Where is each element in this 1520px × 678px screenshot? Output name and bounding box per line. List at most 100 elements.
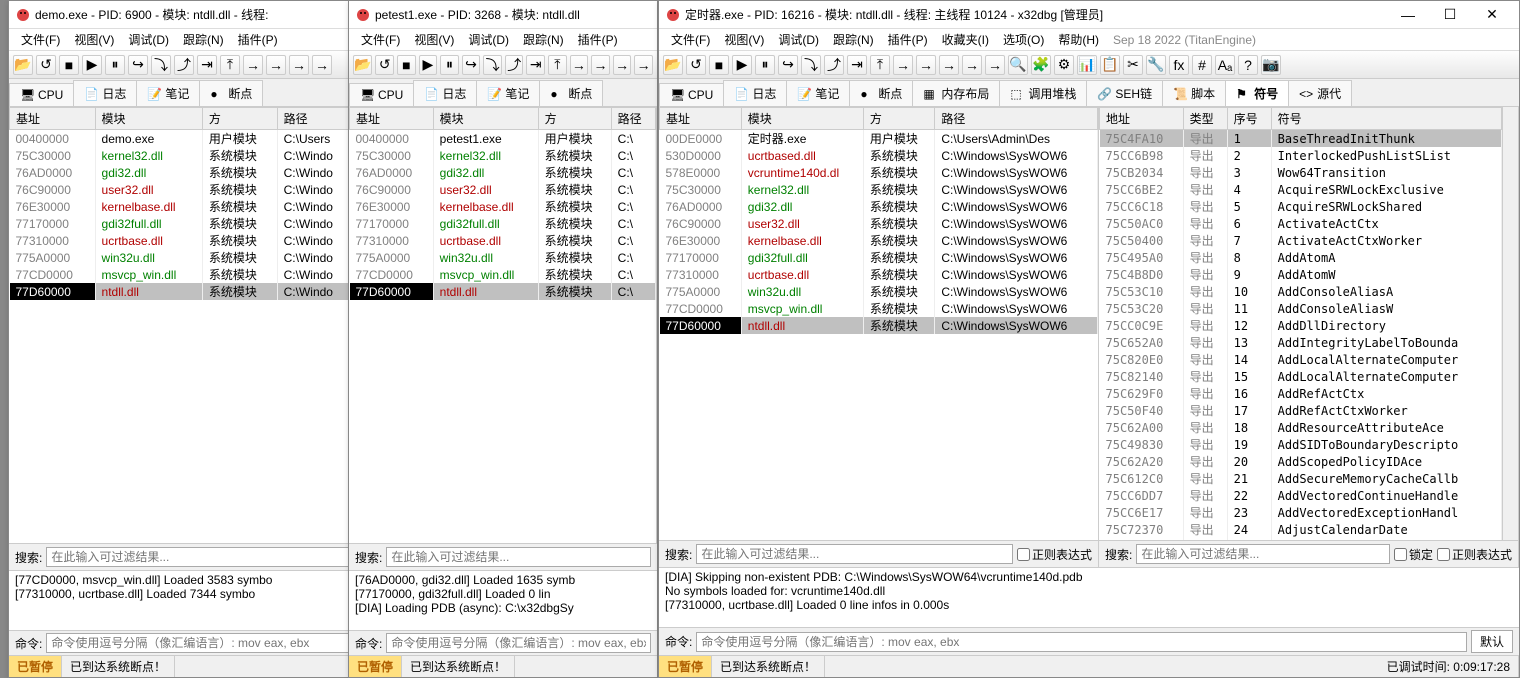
toolbar-button[interactable]: ⤒ xyxy=(548,55,567,75)
module-row[interactable]: 775A0000win32u.dll系统模块C:\Windows\SysWOW6 xyxy=(660,283,1098,300)
module-row[interactable]: 76AD0000gdi32.dll系统模块C:\ xyxy=(350,164,656,181)
symbol-row[interactable]: 75C50400导出7ActivateActCtxWorker xyxy=(1100,232,1502,249)
module-grid[interactable]: 基址模块方路径00400000petest1.exe用户模块C:\75C3000… xyxy=(349,107,656,543)
scrollbar[interactable] xyxy=(1502,107,1518,540)
symbol-row[interactable]: 75C629F0导出16AddRefActCtx xyxy=(1100,385,1502,402)
symbol-row[interactable]: 75C53C20导出11AddConsoleAliasW xyxy=(1100,300,1502,317)
menu-item[interactable]: 帮助(H) xyxy=(1052,29,1105,50)
toolbar-button[interactable]: ↺ xyxy=(36,55,56,75)
minimize-button[interactable]: — xyxy=(1387,2,1429,28)
module-row[interactable]: 77D60000ntdll.dll系统模块C:\ xyxy=(350,283,656,300)
toolbar-button[interactable]: ■ xyxy=(709,55,729,75)
default-dropdown[interactable]: 默认 xyxy=(1471,630,1513,653)
toolbar-button[interactable]: → xyxy=(613,55,632,75)
toolbar-button[interactable]: → xyxy=(916,55,936,75)
toolbar-button[interactable]: ↪ xyxy=(778,55,798,75)
toolbar-button[interactable]: 📋 xyxy=(1100,55,1120,75)
toolbar-button[interactable]: 📊 xyxy=(1077,55,1097,75)
col-header[interactable]: 方 xyxy=(538,108,611,130)
toolbar-button[interactable]: 📂 xyxy=(353,55,372,75)
tab-笔记[interactable]: 📝笔记 xyxy=(476,80,540,106)
menu-item[interactable]: 调试(D) xyxy=(462,29,515,50)
module-row[interactable]: 530D0000ucrtbased.dll系统模块C:\Windows\SysW… xyxy=(660,147,1098,164)
toolbar-button[interactable]: ? xyxy=(1238,55,1258,75)
toolbar-button[interactable]: ■ xyxy=(59,55,79,75)
toolbar-button[interactable]: → xyxy=(893,55,913,75)
menu-item[interactable]: 调试(D) xyxy=(772,29,825,50)
module-row[interactable]: 00400000petest1.exe用户模块C:\ xyxy=(350,130,656,148)
symbol-grid[interactable]: 地址类型序号符号75C4FA10导出1BaseThreadInitThunk75… xyxy=(1099,107,1518,540)
toolbar-button[interactable]: ⇥ xyxy=(526,55,545,75)
menu-item[interactable]: 调试(D) xyxy=(122,29,175,50)
maximize-button[interactable]: ☐ xyxy=(1429,2,1471,28)
tab-日志[interactable]: 📄日志 xyxy=(73,80,137,106)
toolbar-button[interactable]: # xyxy=(1192,55,1212,75)
tab-源代[interactable]: <>源代 xyxy=(1288,80,1352,106)
toolbar-button[interactable]: → xyxy=(985,55,1005,75)
symbol-row[interactable]: 75C62A20导出20AddScopedPolicyIDAce xyxy=(1100,453,1502,470)
toolbar-button[interactable]: → xyxy=(634,55,653,75)
symbol-row[interactable]: 75CC6DD7导出22AddVectoredContinueHandle xyxy=(1100,487,1502,504)
menu-item[interactable]: 跟踪(N) xyxy=(177,29,230,50)
toolbar-button[interactable]: ⤵ xyxy=(483,55,502,75)
tab-调用堆栈[interactable]: ⬚调用堆栈 xyxy=(999,80,1087,106)
command-input[interactable] xyxy=(46,633,349,653)
module-row[interactable]: 76AD0000gdi32.dll系统模块C:\Windo xyxy=(10,164,354,181)
module-row[interactable]: 77310000ucrtbase.dll系统模块C:\ xyxy=(350,232,656,249)
tab-笔记[interactable]: 📝笔记 xyxy=(786,80,850,106)
module-row[interactable]: 578E0000vcruntime140d.dl系统模块C:\Windows\S… xyxy=(660,164,1098,181)
titlebar[interactable]: petest1.exe - PID: 3268 - 模块: ntdll.dll xyxy=(349,1,657,29)
toolbar-button[interactable]: → xyxy=(312,55,332,75)
tab-CPU[interactable]: 🖥CPU xyxy=(349,83,414,106)
toolbar-button[interactable]: ⤴ xyxy=(824,55,844,75)
close-button[interactable]: ✕ xyxy=(1471,2,1513,28)
module-row[interactable]: 75C30000kernel32.dll系统模块C:\Windows\SysWO… xyxy=(660,181,1098,198)
tab-断点[interactable]: ●断点 xyxy=(539,80,603,106)
toolbar-button[interactable]: → xyxy=(289,55,309,75)
col-header[interactable]: 方 xyxy=(863,108,934,130)
toolbar-button[interactable]: ⤵ xyxy=(151,55,171,75)
module-grid[interactable]: 基址模块方路径00400000demo.exe用户模块C:\Users75C30… xyxy=(9,107,354,543)
titlebar[interactable]: 定时器.exe - PID: 16216 - 模块: ntdll.dll - 线… xyxy=(659,1,1519,29)
symbol-row[interactable]: 75C50AC0导出6ActivateActCtx xyxy=(1100,215,1502,232)
tab-断点[interactable]: ●断点 xyxy=(199,80,263,106)
toolbar-button[interactable]: ⏸ xyxy=(105,55,125,75)
toolbar-button[interactable]: 🔍 xyxy=(1008,55,1028,75)
module-row[interactable]: 775A0000win32u.dll系统模块C:\Windo xyxy=(10,249,354,266)
toolbar-button[interactable]: ⇥ xyxy=(847,55,867,75)
menu-item[interactable]: 插件(P) xyxy=(572,29,624,50)
symbol-row[interactable]: 75C820E0导出14AddLocalAlternateComputer xyxy=(1100,351,1502,368)
col-header[interactable]: 模块 xyxy=(433,108,538,130)
toolbar-button[interactable]: ■ xyxy=(397,55,416,75)
toolbar-button[interactable]: ↪ xyxy=(128,55,148,75)
toolbar-button[interactable]: ⤴ xyxy=(505,55,524,75)
menu-item[interactable]: 收藏夹(I) xyxy=(936,29,995,50)
menu-item[interactable]: 视图(V) xyxy=(68,29,120,50)
module-row[interactable]: 76E30000kernelbase.dll系统模块C:\Windows\Sys… xyxy=(660,232,1098,249)
module-row[interactable]: 75C30000kernel32.dll系统模块C:\Windo xyxy=(10,147,354,164)
symbol-row[interactable]: 75CC6C18导出5AcquireSRWLockShared xyxy=(1100,198,1502,215)
toolbar-button[interactable]: ⇥ xyxy=(197,55,217,75)
tab-笔记[interactable]: 📝笔记 xyxy=(136,80,200,106)
search-input[interactable] xyxy=(1136,544,1390,564)
toolbar-button[interactable]: ⚙ xyxy=(1054,55,1074,75)
toolbar-button[interactable]: ↪ xyxy=(462,55,481,75)
tab-日志[interactable]: 📄日志 xyxy=(723,80,787,106)
toolbar-button[interactable]: ✂ xyxy=(1123,55,1143,75)
toolbar-button[interactable]: → xyxy=(962,55,982,75)
module-row[interactable]: 77310000ucrtbase.dll系统模块C:\Windows\SysWO… xyxy=(660,266,1098,283)
col-header[interactable]: 地址 xyxy=(1100,108,1184,130)
symbol-row[interactable]: 75CC6B98导出2InterlockedPushListSList xyxy=(1100,147,1502,164)
lock-checkbox[interactable]: 锁定 xyxy=(1394,546,1433,563)
symbol-row[interactable]: 75C49830导出19AddSIDToBoundaryDescripto xyxy=(1100,436,1502,453)
toolbar-button[interactable]: → xyxy=(591,55,610,75)
toolbar-button[interactable]: ⤴ xyxy=(174,55,194,75)
menu-item[interactable]: 插件(P) xyxy=(232,29,284,50)
search-input[interactable] xyxy=(696,544,1013,564)
command-input[interactable] xyxy=(386,633,651,653)
toolbar-button[interactable]: ⤒ xyxy=(870,55,890,75)
menu-item[interactable]: 文件(F) xyxy=(355,29,406,50)
symbol-row[interactable]: 75C50F40导出17AddRefActCtxWorker xyxy=(1100,402,1502,419)
tab-脚本[interactable]: 📜脚本 xyxy=(1162,80,1226,106)
menu-item[interactable]: 视图(V) xyxy=(408,29,460,50)
